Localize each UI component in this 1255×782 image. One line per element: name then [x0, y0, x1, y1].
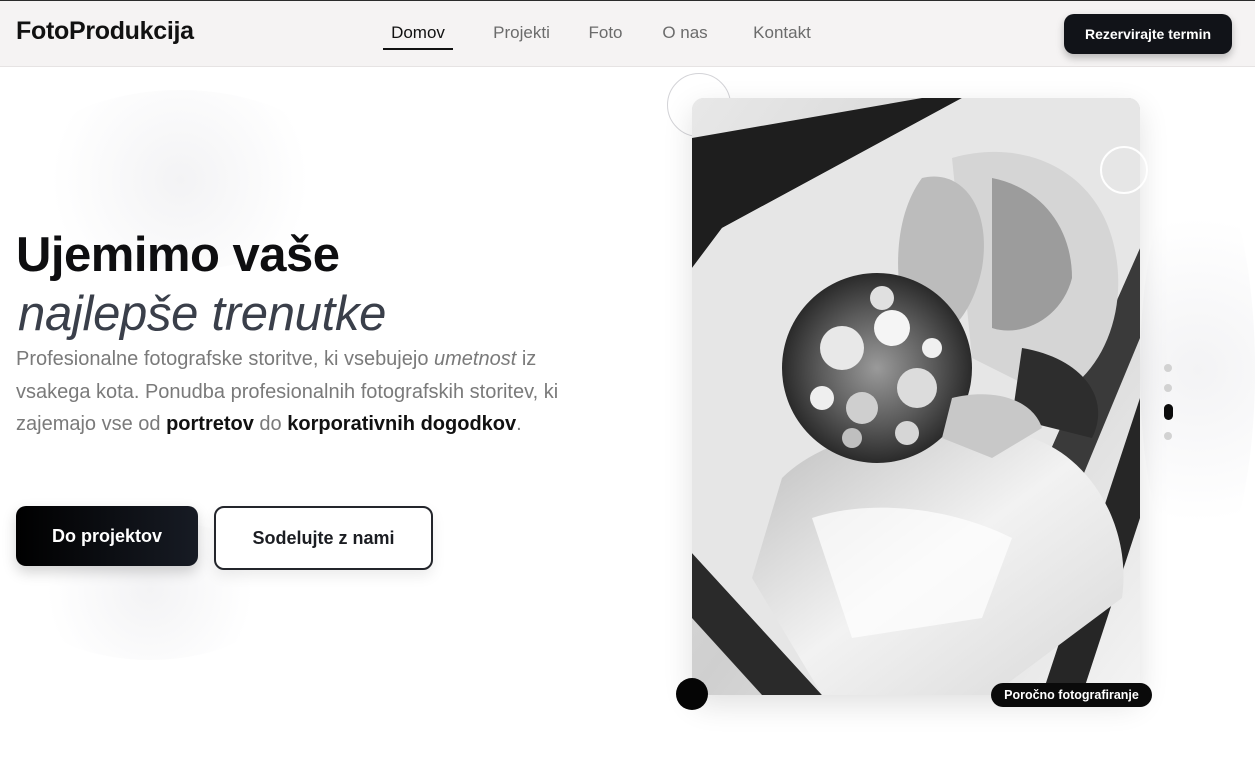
book-appointment-button[interactable]: Rezervirajte termin — [1064, 14, 1232, 54]
nav-item-o-nas[interactable]: O nas — [657, 18, 713, 50]
hero-desc-strong: portretov — [166, 413, 254, 435]
hero-title: Ujemimo vaše — [16, 228, 340, 282]
slider-pagination — [1163, 364, 1173, 452]
page: FotoProdukcija Domov Projekti Foto O nas… — [0, 0, 1255, 782]
projects-button[interactable]: Do projektov — [16, 506, 198, 566]
hero-desc-strong: korporativnih dogodkov — [287, 413, 517, 435]
hero-desc-emphasis: umetnost — [434, 348, 517, 370]
hero-photo — [692, 98, 1140, 695]
site-header: FotoProdukcija Domov Projekti Foto O nas… — [0, 0, 1255, 67]
hero-desc-text: Profesionalne fotografske storitve, ki v… — [16, 348, 434, 370]
hero-desc-text: do — [253, 413, 288, 435]
slider-dot[interactable] — [1164, 432, 1172, 440]
main-nav: Domov Projekti Foto O nas Kontakt — [383, 18, 816, 50]
decorative-ring — [1100, 146, 1148, 194]
collaborate-button[interactable]: Sodelujte z nami — [214, 506, 433, 570]
logo[interactable]: FotoProdukcija — [16, 17, 194, 46]
hero-description: Profesionalne fotografske storitve, ki v… — [16, 343, 576, 441]
decorative-blob — [1140, 160, 1255, 580]
nav-item-projekti[interactable]: Projekti — [486, 18, 557, 50]
slider-dot-active[interactable] — [1163, 404, 1173, 420]
nav-item-kontakt[interactable]: Kontakt — [748, 18, 816, 50]
decorative-dot — [676, 678, 708, 710]
slider-dot[interactable] — [1164, 364, 1172, 372]
nav-item-foto[interactable]: Foto — [583, 18, 628, 50]
nav-item-domov[interactable]: Domov — [383, 18, 453, 50]
slider-dot[interactable] — [1164, 384, 1172, 392]
hero-desc-text: . — [516, 413, 522, 435]
photo-category-badge: Poročno fotografiranje — [991, 683, 1152, 707]
hero-subtitle: najlepše trenutke — [18, 287, 387, 341]
wedding-photo-image — [692, 98, 1140, 695]
